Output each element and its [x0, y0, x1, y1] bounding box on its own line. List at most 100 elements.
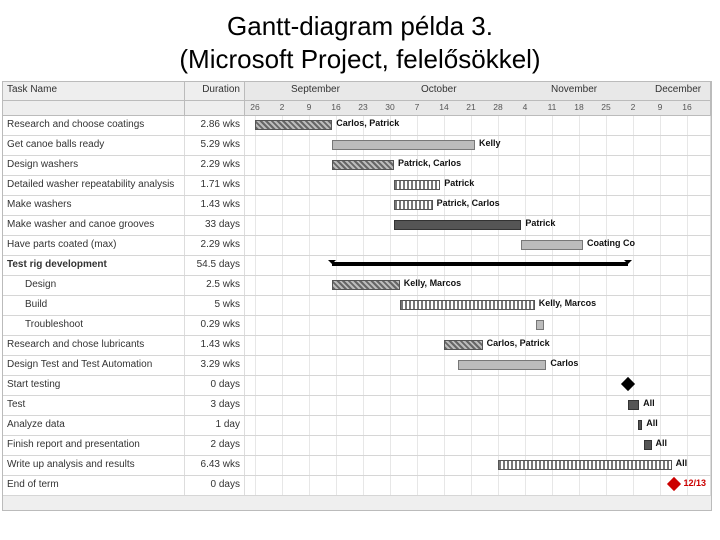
task-name-cell[interactable]: Analyze data	[3, 416, 185, 435]
table-row[interactable]: Have parts coated (max)2.29 wksCoating C…	[3, 236, 711, 256]
task-name-cell[interactable]: Test	[3, 396, 185, 415]
duration-cell[interactable]: 54.5 days	[185, 256, 245, 275]
duration-cell[interactable]: 1.71 wks	[185, 176, 245, 195]
table-row[interactable]: End of term0 days 12/13	[3, 476, 711, 496]
duration-cell[interactable]: 5.29 wks	[185, 136, 245, 155]
gantt-bar[interactable]	[394, 220, 521, 230]
week-label: 9	[307, 102, 312, 112]
gantt-chart-cell: Carlos, Patrick	[245, 116, 711, 135]
duration-cell[interactable]: 3 days	[185, 396, 245, 415]
gantt-chart-cell	[245, 376, 711, 395]
week-label: 25	[601, 102, 610, 112]
week-label: 26	[250, 102, 259, 112]
gantt-bar[interactable]	[628, 400, 640, 410]
table-row[interactable]: Troubleshoot0.29 wks	[3, 316, 711, 336]
gantt-bar[interactable]	[536, 320, 544, 330]
duration-cell[interactable]: 2.29 wks	[185, 156, 245, 175]
gantt-bar[interactable]	[444, 340, 483, 350]
task-name-cell[interactable]: Write up analysis and results	[3, 456, 185, 475]
task-name-cell[interactable]: Make washer and canoe grooves	[3, 216, 185, 235]
gantt-chart-cell	[245, 256, 711, 275]
week-label: 7	[415, 102, 420, 112]
duration-cell[interactable]: 3.29 wks	[185, 356, 245, 375]
table-row[interactable]: Build5 wksKelly, Marcos	[3, 296, 711, 316]
task-name-cell[interactable]: Get canoe balls ready	[3, 136, 185, 155]
task-rows: Research and choose coatings2.86 wksCarl…	[3, 116, 711, 496]
table-row[interactable]: Finish report and presentation2 daysAll	[3, 436, 711, 456]
milestone-icon[interactable]	[666, 477, 680, 491]
task-name-cell[interactable]: Research and chose lubricants	[3, 336, 185, 355]
gantt-bar[interactable]	[394, 200, 433, 210]
gantt-bar[interactable]	[332, 140, 475, 150]
duration-cell[interactable]: 33 days	[185, 216, 245, 235]
duration-cell[interactable]: 6.43 wks	[185, 456, 245, 475]
duration-cell[interactable]: 1.43 wks	[185, 336, 245, 355]
task-name-cell[interactable]: Troubleshoot	[3, 316, 185, 335]
duration-cell[interactable]: 1.43 wks	[185, 196, 245, 215]
table-row[interactable]: Design Test and Test Automation3.29 wksC…	[3, 356, 711, 376]
task-name-cell[interactable]: Detailed washer repeatability analysis	[3, 176, 185, 195]
table-row[interactable]: Start testing0 days	[3, 376, 711, 396]
table-row[interactable]: Design2.5 wks Kelly, Marcos	[3, 276, 711, 296]
col-header-taskname[interactable]: Task Name	[3, 82, 185, 100]
duration-cell[interactable]: 0.29 wks	[185, 316, 245, 335]
table-row[interactable]: Research and chose lubricants1.43 wks Car…	[3, 336, 711, 356]
table-row[interactable]: Make washers1.43 wksPatrick, Carlos	[3, 196, 711, 216]
table-row[interactable]: Get canoe balls ready5.29 wksKelly	[3, 136, 711, 156]
gantt-chart-cell: Patrick, Carlos	[245, 156, 711, 175]
bar-label: All	[643, 398, 655, 408]
table-row[interactable]: Analyze data1 dayAll	[3, 416, 711, 436]
gantt-bar[interactable]	[394, 180, 440, 190]
table-row[interactable]: Design washers2.29 wksPatrick, Carlos	[3, 156, 711, 176]
duration-cell[interactable]: 2 days	[185, 436, 245, 455]
task-name-cell[interactable]: Start testing	[3, 376, 185, 395]
task-name-cell[interactable]: Build	[3, 296, 185, 315]
table-row[interactable]: Test3 days All	[3, 396, 711, 416]
gantt-chart-cell: All	[245, 416, 711, 435]
task-name-cell[interactable]: Design	[3, 276, 185, 295]
table-row[interactable]: Make washer and canoe grooves33 daysPatr…	[3, 216, 711, 236]
milestone-icon[interactable]	[621, 377, 635, 391]
gantt-bar[interactable]	[458, 360, 547, 370]
table-row[interactable]: Test rig development54.5 days	[3, 256, 711, 276]
summary-bar[interactable]	[332, 262, 627, 266]
header-row-weeks: 2629162330714212841118252916	[3, 101, 711, 116]
duration-cell[interactable]: 5 wks	[185, 296, 245, 315]
week-label: 30	[385, 102, 394, 112]
gantt-bar[interactable]	[498, 460, 672, 470]
gantt-bar[interactable]	[332, 280, 400, 290]
gantt-bar[interactable]	[400, 300, 535, 310]
duration-cell[interactable]: 0 days	[185, 376, 245, 395]
header-row-months: Task Name Duration SeptemberOctoberNovem…	[3, 82, 711, 101]
task-name-cell[interactable]: Finish report and presentation	[3, 436, 185, 455]
gantt-bar[interactable]	[638, 420, 642, 430]
duration-cell[interactable]: 2.5 wks	[185, 276, 245, 295]
gantt-bar[interactable]	[521, 240, 583, 250]
gantt-chart-cell: Patrick	[245, 216, 711, 235]
task-name-cell[interactable]: Test rig development	[3, 256, 185, 275]
table-row[interactable]: Write up analysis and results6.43 wks All	[3, 456, 711, 476]
task-name-cell[interactable]: Make washers	[3, 196, 185, 215]
gantt-bar[interactable]	[255, 120, 332, 130]
table-row[interactable]: Research and choose coatings2.86 wksCarl…	[3, 116, 711, 136]
task-name-cell[interactable]: Research and choose coatings	[3, 116, 185, 135]
timescale-months: SeptemberOctoberNovemberDecember	[245, 82, 711, 100]
duration-cell[interactable]: 1 day	[185, 416, 245, 435]
task-name-cell[interactable]: Have parts coated (max)	[3, 236, 185, 255]
bar-label: Carlos, Patrick	[487, 338, 550, 348]
table-row[interactable]: Detailed washer repeatability analysis1.…	[3, 176, 711, 196]
bar-label: All	[676, 458, 688, 468]
col-header-duration[interactable]: Duration	[185, 82, 245, 100]
month-label: November	[551, 84, 597, 95]
gantt-bar[interactable]	[644, 440, 652, 450]
gantt-bar[interactable]	[332, 160, 394, 170]
bar-label: Kelly, Marcos	[404, 278, 461, 288]
duration-cell[interactable]: 2.86 wks	[185, 116, 245, 135]
task-name-cell[interactable]: Design Test and Test Automation	[3, 356, 185, 375]
gantt-chart-cell: All	[245, 396, 711, 415]
task-name-cell[interactable]: Design washers	[3, 156, 185, 175]
duration-cell[interactable]: 2.29 wks	[185, 236, 245, 255]
task-name-cell[interactable]: End of term	[3, 476, 185, 495]
bar-label: 12/13	[684, 478, 707, 488]
duration-cell[interactable]: 0 days	[185, 476, 245, 495]
